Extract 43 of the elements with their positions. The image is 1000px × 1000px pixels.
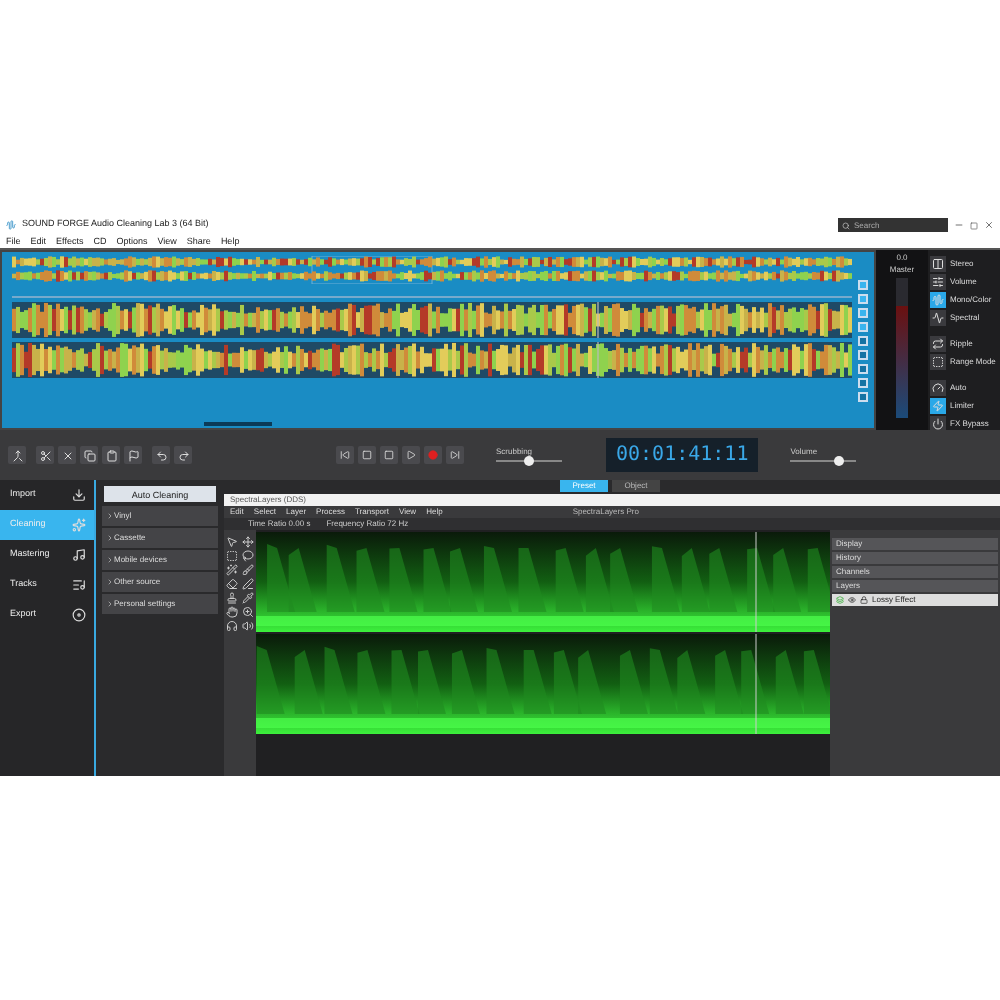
clipboard-icon[interactable] bbox=[102, 446, 120, 464]
music-note-icon bbox=[72, 548, 86, 562]
brush-icon[interactable] bbox=[242, 564, 254, 576]
copy-icon[interactable] bbox=[80, 446, 98, 464]
skip-back-icon[interactable] bbox=[336, 446, 354, 464]
repeat-icon[interactable] bbox=[930, 336, 946, 352]
pointer-icon[interactable] bbox=[226, 536, 238, 548]
play-icon[interactable] bbox=[402, 446, 420, 464]
scrollbar[interactable] bbox=[204, 421, 272, 425]
hand-icon[interactable] bbox=[226, 606, 238, 618]
search-icon bbox=[842, 221, 850, 229]
lasso-icon[interactable] bbox=[242, 550, 254, 562]
pulse-icon[interactable] bbox=[930, 310, 946, 326]
undo-icon[interactable] bbox=[152, 446, 170, 464]
merge-icon[interactable] bbox=[8, 446, 26, 464]
cross-icon[interactable] bbox=[58, 446, 76, 464]
level-meter bbox=[896, 278, 908, 418]
app-logo-icon bbox=[6, 220, 16, 230]
scissors-icon[interactable] bbox=[36, 446, 54, 464]
flag-icon[interactable] bbox=[124, 446, 142, 464]
sliders-icon[interactable] bbox=[930, 274, 946, 290]
dashed-square-icon[interactable] bbox=[930, 354, 946, 370]
redo-icon[interactable] bbox=[174, 446, 192, 464]
speaker-icon[interactable] bbox=[242, 620, 254, 632]
eraser-icon[interactable] bbox=[226, 578, 238, 590]
columns-icon[interactable] bbox=[930, 256, 946, 272]
time-display: 00:01:41:11 bbox=[606, 438, 759, 472]
wand-icon[interactable] bbox=[226, 564, 238, 576]
gauge-icon[interactable] bbox=[930, 380, 946, 396]
zoom-icon[interactable] bbox=[242, 606, 254, 618]
headphones-icon[interactable] bbox=[226, 620, 238, 632]
disc-icon bbox=[72, 608, 86, 622]
skip-forward-icon[interactable] bbox=[446, 446, 464, 464]
eye-icon[interactable] bbox=[848, 596, 856, 604]
pipette-icon[interactable] bbox=[242, 592, 254, 604]
stamp-icon[interactable] bbox=[226, 592, 238, 604]
move-icon[interactable] bbox=[242, 536, 254, 548]
list-icon bbox=[72, 578, 86, 592]
pen-icon[interactable] bbox=[242, 578, 254, 590]
lock-icon[interactable] bbox=[860, 596, 868, 604]
layers-icon bbox=[836, 596, 844, 604]
sparkles-icon bbox=[72, 518, 86, 532]
download-icon bbox=[72, 488, 86, 502]
